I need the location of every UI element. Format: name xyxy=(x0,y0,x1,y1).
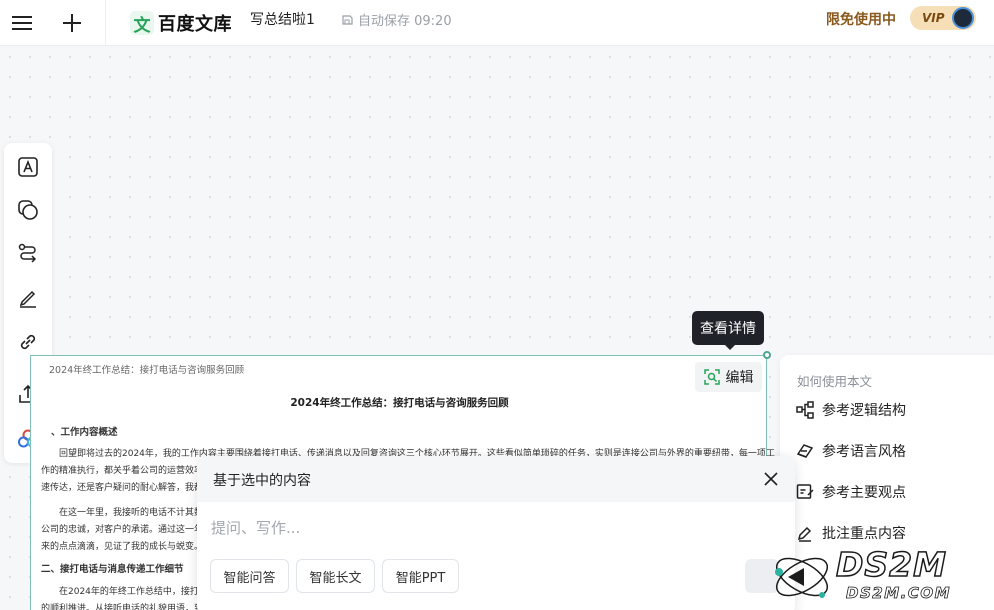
edit-label: 编辑 xyxy=(725,370,754,386)
logo-mark: 文 xyxy=(130,11,154,36)
ai-panel-title: 基于选中的内容 xyxy=(213,473,311,489)
paragraph-line: 的顺利推进。从接听电话的礼貌用语，到 xyxy=(41,604,204,610)
logo-text: 百度文库 xyxy=(158,14,232,35)
avatar[interactable] xyxy=(952,7,974,29)
paragraph-line: 在2024年的年终工作总结中，接打电 xyxy=(59,587,208,597)
usage-item-label: 参考语言风格 xyxy=(822,444,906,460)
annotate-icon xyxy=(797,526,812,542)
viewpoint-icon xyxy=(796,484,814,499)
paragraph-line: 作的精准执行，都关乎着公司的运营效率 xyxy=(41,466,204,476)
usage-item-label: 参考逻辑结构 xyxy=(822,403,906,419)
chip-smart-longtext[interactable]: 智能长文 xyxy=(296,559,375,593)
text-tool-icon[interactable] xyxy=(4,147,52,187)
chip-smart-qa[interactable]: 智能问答 xyxy=(210,559,289,593)
ai-assistant-panel: 基于选中的内容 智能问答 智能长文 智能PPT xyxy=(197,456,795,610)
section-heading: 二、接打电话与消息传递工作细节 xyxy=(41,564,184,575)
watermark-url: DS2M.COM xyxy=(846,584,952,603)
connector-tool-icon[interactable] xyxy=(4,234,52,274)
chip-smart-ppt[interactable]: 智能PPT xyxy=(382,559,459,593)
document-header: 2024年终工作总结：接打电话与咨询服务回顾 xyxy=(49,365,245,376)
watermark-emblem-icon xyxy=(775,557,828,598)
structure-icon xyxy=(796,401,814,419)
free-use-label[interactable]: 限免使用中 xyxy=(826,9,896,29)
usage-item-annotate[interactable]: 批注重点内容 xyxy=(796,521,906,545)
vip-label: VIP xyxy=(922,11,945,25)
usage-title: 如何使用本文 xyxy=(797,374,873,389)
style-icon xyxy=(796,444,814,458)
paragraph-line: 速传达，还是客户疑问的耐心解答，我都 xyxy=(41,483,204,493)
tooltip: 查看详情 xyxy=(692,311,764,350)
ai-prompt-input[interactable] xyxy=(211,516,771,540)
watermark-text: DS2M xyxy=(835,544,947,585)
document-title: 2024年终工作总结：接打电话与咨询服务回顾 xyxy=(290,397,509,409)
usage-item-viewpoint[interactable]: 参考主要观点 xyxy=(796,480,906,504)
close-icon[interactable] xyxy=(760,468,782,490)
add-icon[interactable] xyxy=(56,0,88,46)
usage-item-structure[interactable]: 参考逻辑结构 xyxy=(796,398,906,422)
doc-title[interactable]: 写总结啦1 xyxy=(250,9,315,29)
top-bar: 文 百度文库 写总结啦1 自动保存 09:20 限免使用中 VIP xyxy=(0,0,994,46)
ai-panel-header: 基于选中的内容 xyxy=(197,456,795,502)
divider xyxy=(105,0,106,46)
edit-button[interactable]: 编辑 xyxy=(695,362,762,392)
paragraph-line: 来的点点滴滴，见证了我的成长与蜕变。 xyxy=(41,542,204,552)
cloud-save-icon xyxy=(342,14,353,25)
autosave-text: 自动保存 09:20 xyxy=(358,14,452,29)
shape-tool-icon[interactable] xyxy=(4,190,52,230)
paragraph-line: 公司的忠诚，对客户的承诺。通过这一年 xyxy=(41,525,204,535)
autosave-status: 自动保存 09:20 xyxy=(340,10,452,29)
resize-handle[interactable] xyxy=(763,351,771,359)
usage-item-label: 批注重点内容 xyxy=(822,526,906,542)
pen-tool-icon[interactable] xyxy=(4,278,52,318)
usage-item-label: 参考主要观点 xyxy=(822,485,906,501)
view-detail-icon xyxy=(703,369,720,385)
watermark-logo: DS2M DS2M.COM xyxy=(770,544,994,610)
menu-icon[interactable] xyxy=(6,0,38,46)
wenku-logo[interactable]: 文 百度文库 xyxy=(130,8,232,38)
usage-item-style[interactable]: 参考语言风格 xyxy=(796,439,906,463)
section-heading: 、工作内容概述 xyxy=(51,427,118,438)
paragraph-line: 在这一年里，我接听的电话不计其数 xyxy=(59,508,204,518)
vip-badge[interactable]: VIP xyxy=(910,6,976,30)
